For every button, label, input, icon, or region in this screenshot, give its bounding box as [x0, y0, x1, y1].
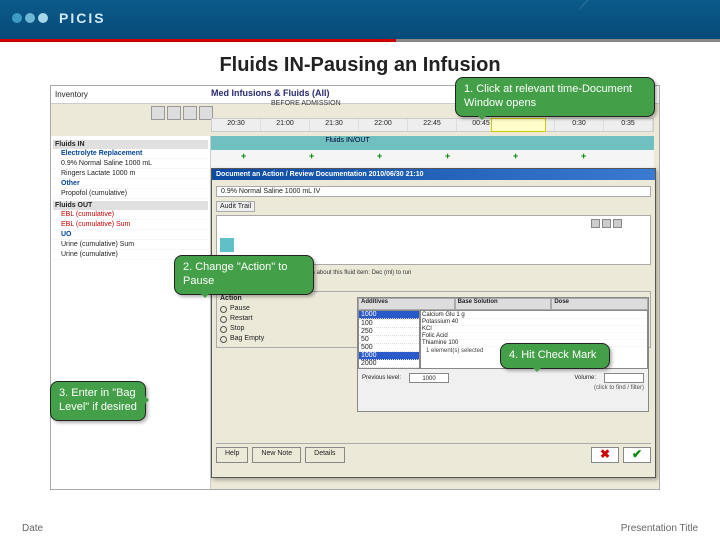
list-item[interactable]: Urine (cumulative) Sum [53, 240, 208, 250]
timeline-highlight[interactable] [491, 118, 546, 132]
window-controls[interactable] [590, 219, 630, 229]
bag-level-list[interactable]: 1000 100 250 50 500 1000 2000 [358, 310, 420, 369]
prev-level-input[interactable]: 1000 [409, 373, 449, 383]
dialog-buttonbar: Help New Note Details ✖ ✔ [216, 443, 651, 473]
help-button[interactable]: Help [216, 447, 248, 463]
fluids-header-bar: Fluids IN/OUT [211, 136, 654, 150]
list-item[interactable]: EBL (cumulative) Sum [53, 220, 208, 230]
panel-subtitle: BEFORE ADMISSION [271, 100, 341, 107]
list-item[interactable]: EBL (cumulative) [53, 210, 208, 220]
panel-footer: Previous level: 1000 Volume: [358, 371, 648, 385]
list-item[interactable]: Electrolyte Replacement [53, 149, 208, 159]
callout-step-2: 2. Change "Action" to Pause [174, 255, 314, 295]
callout-step-4: 4. Hit Check Mark [500, 343, 610, 369]
document-action-dialog: Document an Action / Review Documentatio… [211, 168, 656, 478]
list-item[interactable]: Propofol (cumulative) [53, 189, 208, 199]
toolbar-icons [151, 106, 213, 120]
brand-banner: PICIS [0, 0, 720, 40]
callout-step-3: 3. Enter in "Bag Level" if desired [50, 381, 146, 421]
filter-hint: (click to find / filter) [358, 385, 648, 391]
slide-footer: Date Presentation Title [0, 523, 720, 534]
new-note-button[interactable]: New Note [252, 447, 301, 463]
confirm-check-button[interactable]: ✔ [623, 447, 651, 463]
cancel-button[interactable]: ✖ [591, 447, 619, 463]
callout-step-1: 1. Click at relevant time-Document Windo… [455, 77, 655, 117]
audit-trail-button[interactable]: Audit Trail [216, 201, 255, 212]
panel-title: Med Infusions & Fluids (All) [211, 88, 330, 98]
list-item[interactable]: Other [53, 179, 208, 189]
app-screenshot: Inventory Med Infusions & Fluids (All) B… [50, 85, 660, 490]
slide-body: Inventory Med Infusions & Fluids (All) B… [0, 85, 720, 515]
list-item[interactable]: Ringers Lactate 1000 m [53, 169, 208, 179]
fluids-in-header: Fluids IN [53, 140, 208, 149]
dialog-titlebar: Document an Action / Review Documentatio… [212, 169, 655, 180]
column-headers: Additives Base Solution Dose [358, 298, 648, 310]
inventory-label: Inventory [55, 90, 88, 99]
list-item[interactable]: 0.9% Normal Saline 1000 mL [53, 159, 208, 169]
volume-input[interactable] [604, 373, 644, 383]
timeline[interactable]: 20:3021:0021:3022:0022:4500:4500:500:300… [211, 118, 654, 132]
dialog-subheader: 0.9% Normal Saline 1000 mL IV [216, 186, 651, 197]
fluids-out-header: Fluids OUT [53, 201, 208, 210]
brand-text: PICIS [59, 10, 106, 26]
left-panel: Fluids IN Electrolyte Replacement 0.9% N… [51, 136, 211, 489]
footer-title: Presentation Title [621, 523, 698, 534]
list-item[interactable]: UO [53, 230, 208, 240]
fluid-icon [220, 238, 234, 252]
details-button[interactable]: Details [305, 447, 344, 463]
footer-date: Date [22, 523, 43, 534]
